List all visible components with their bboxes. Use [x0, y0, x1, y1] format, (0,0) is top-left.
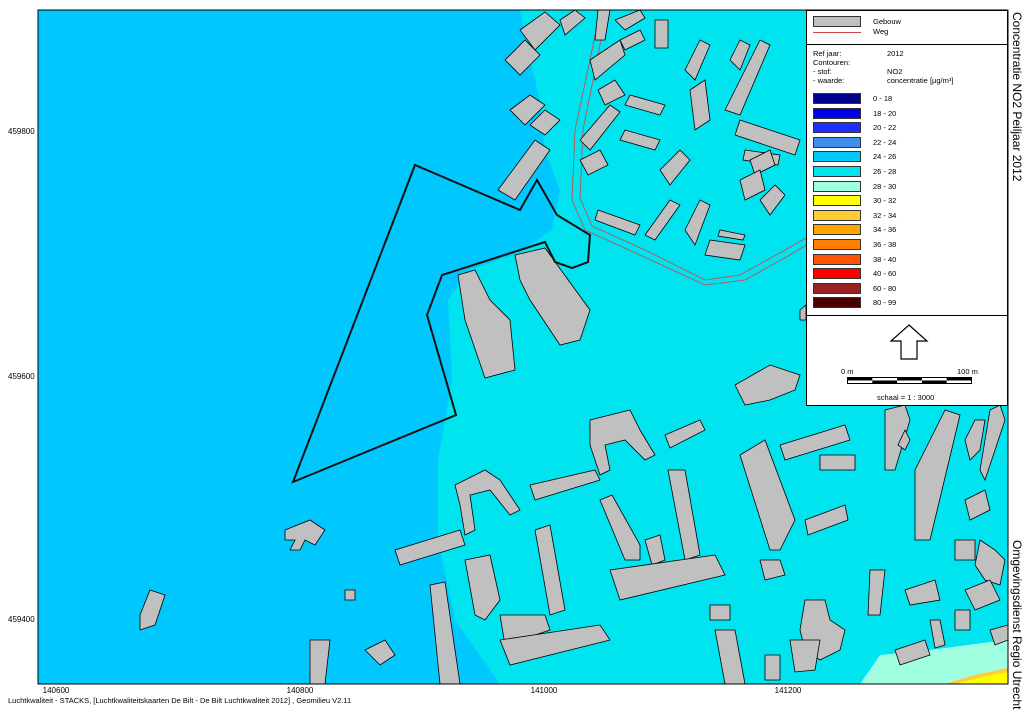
legend-class-swatch	[813, 282, 861, 294]
scale-start-label: 0 m	[841, 367, 854, 376]
legend-meta: Ref jaar: 2012 Contouren: - stof: NO2 - waard…	[807, 47, 1007, 91]
footer-source: Luchtkwaliteit - STACKS, [Luchtkwaliteit…	[8, 696, 352, 705]
organization-name: Omgevingsdienst Regio Utrecht	[1010, 540, 1024, 710]
road-swatch	[813, 32, 861, 33]
y-tick-label-1: 459800	[8, 127, 35, 136]
x-tick-label-2: 140800	[286, 686, 314, 695]
legend-class-label: 22 - 24	[873, 137, 897, 147]
legend-meta-key: Ref jaar:	[813, 49, 842, 58]
y-tick-label-2: 459600	[8, 372, 35, 381]
legend-meta-key: - stof:	[813, 67, 832, 76]
legend-class-label: 18 - 20	[873, 108, 897, 118]
legend-class-label: 32 - 34	[873, 210, 897, 220]
legend-classes: 0 - 18 18 - 20 20 - 22 22 - 24 24 - 26 26 - 2…	[807, 91, 1007, 316]
legend-class-label: 20 - 22	[873, 123, 897, 133]
legend-class-swatch	[813, 136, 861, 148]
legend-meta-value: NO2	[887, 67, 903, 76]
legend-class-swatch	[813, 180, 861, 192]
legend-class-label: 26 - 28	[873, 167, 897, 176]
map-title: Concentratie NO2 Peiljaar 2012	[1010, 12, 1024, 182]
legend-class-label: 24 - 26	[873, 152, 897, 162]
legend-class-label: 34 - 36	[873, 225, 897, 235]
x-tick-label-4: 141200	[774, 686, 802, 695]
north-arrow-icon	[889, 324, 929, 360]
legend-class-swatch	[813, 195, 861, 207]
legend-class-label: 40 - 60	[873, 269, 897, 279]
legend-meta-value: concentratie [µg/m³]	[887, 76, 954, 85]
x-tick-label-3: 141000	[530, 686, 558, 695]
scale-ratio-label: schaal = 1 : 3000	[877, 393, 935, 402]
legend-class-swatch	[813, 107, 861, 119]
legend-class-swatch	[813, 122, 861, 134]
legend-class-swatch	[813, 297, 861, 309]
x-tick-label-1: 140600	[42, 686, 70, 695]
legend-class-label: 36 - 38	[873, 240, 897, 249]
legend-class-swatch	[813, 239, 861, 250]
y-tick-label-3: 459400	[8, 615, 35, 624]
legend-meta-key: - waarde:	[813, 76, 845, 85]
legend-class-label: 80 - 99	[873, 298, 897, 308]
building-swatch	[813, 16, 861, 27]
scale-end-label: 100 m	[957, 367, 978, 376]
legend-class-label: 28 - 30	[873, 181, 897, 191]
legend-class-swatch	[813, 209, 861, 221]
legend-features: Gebouw Weg	[807, 11, 1007, 45]
legend-meta-key: Contouren:	[813, 58, 851, 67]
legend-class-label: 30 - 32	[873, 196, 897, 206]
legend-panel: Gebouw Weg Ref jaar: 2012 Contouren: - stof…	[806, 10, 1008, 406]
scale-bar	[847, 377, 972, 384]
legend-class-label: 38 - 40	[873, 254, 897, 264]
legend-class-swatch	[813, 224, 861, 236]
legend-class-label: 0 - 18	[873, 94, 893, 103]
legend-class-swatch	[813, 268, 861, 280]
legend-class-swatch	[813, 253, 861, 265]
legend-class-label: 60 - 80	[873, 283, 897, 293]
legend-class-swatch	[813, 166, 861, 177]
legend-meta-value: 2012	[887, 49, 904, 58]
legend-class-swatch	[813, 151, 861, 163]
legend-class-swatch	[813, 93, 861, 104]
legend-road-label: Weg	[873, 27, 889, 36]
legend-building-label: Gebouw	[873, 17, 901, 26]
